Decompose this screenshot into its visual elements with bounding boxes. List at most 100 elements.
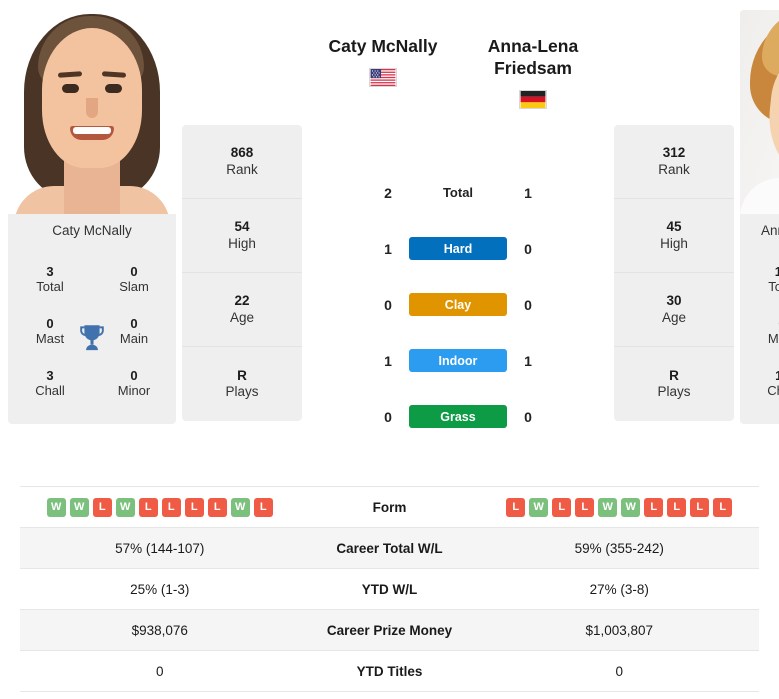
left-titles-mast: 0 Mast	[8, 307, 92, 359]
right-age-value: 30	[666, 293, 682, 309]
form-badge[interactable]: L	[92, 497, 112, 517]
left-titles-total-value: 3	[46, 263, 54, 279]
h2h-row-hard: 1 Hard 0	[358, 221, 558, 277]
left-titles-total: 3 Total	[8, 255, 92, 307]
right-career-prize-money: $1,003,807	[585, 622, 654, 638]
left-rank-label: Rank	[226, 161, 258, 177]
form-badge[interactable]: L	[575, 497, 595, 517]
surface-pill-indoor[interactable]: Indoor	[409, 349, 507, 373]
right-player-photo[interactable]	[740, 10, 779, 214]
surface-pill-clay[interactable]: Clay	[409, 293, 507, 317]
form-badge[interactable]: W	[621, 497, 641, 517]
right-player-name-caption: Anna-Lena Friedsam	[740, 214, 779, 249]
left-player-portrait-graphic	[8, 10, 176, 214]
de-flag-icon	[519, 89, 547, 109]
h2h-grass-left: 0	[384, 408, 392, 425]
right-plays-label: Plays	[657, 384, 691, 399]
left-player-stat-card-column: 868 Rank 54 High 22 Age R Plays	[182, 10, 302, 421]
left-form-strip: WWLWLLLLWL	[46, 497, 273, 517]
right-player-name: Anna-Lena Friedsam	[487, 36, 579, 78]
left-form-cell: WWLWLLLLWL	[20, 497, 300, 517]
right-plays-value: R	[669, 367, 679, 383]
left-titles-chall-label: Chall	[35, 382, 65, 398]
left-rank-value: 868	[230, 145, 254, 161]
us-flag-icon	[369, 67, 397, 87]
h2h-row-grass: 0 Grass 0	[358, 389, 558, 445]
right-titles-mast: 0 Mast	[740, 307, 779, 359]
form-badge[interactable]: W	[46, 497, 66, 517]
form-badge[interactable]: L	[184, 497, 204, 517]
left-titles-total-label: Total	[36, 278, 64, 294]
left-player-name-caption: Caty McNally	[8, 214, 176, 249]
right-titles-chall-value: 11	[775, 367, 779, 383]
right-titles-mast-value: 0	[740, 316, 779, 332]
h2h-hard-left: 1	[384, 240, 392, 257]
left-titles-main-label: Main	[119, 330, 149, 346]
form-badge[interactable]: L	[506, 497, 526, 517]
right-titles-mast-label: Mast	[767, 330, 779, 346]
left-age-value: 22	[234, 293, 250, 309]
form-badge[interactable]: W	[230, 497, 250, 517]
player-comparison-page: Caty McNally 3 Total 0 Slam 0 Mast 0 Mai…	[0, 0, 779, 699]
form-badge[interactable]: L	[690, 497, 710, 517]
form-badge[interactable]: W	[598, 497, 618, 517]
right-player-titles-grid: 14 Total 0 Slam 0 Mast 0 Main 11 Chall	[740, 248, 779, 425]
row-label-ytd-titles: YTD Titles	[356, 663, 423, 679]
right-player-stat-card-column: 312 Rank 45 High 30 Age R Plays	[614, 10, 734, 421]
left-titles-minor-label: Minor	[117, 382, 151, 398]
left-high-cell: 54 High	[182, 199, 302, 273]
form-badge[interactable]: W	[529, 497, 549, 517]
right-titles-chall-label: Chall	[767, 382, 779, 398]
h2h-row-clay: 0 Clay 0	[358, 277, 558, 333]
left-plays-label: Plays	[225, 384, 259, 399]
right-form-strip: LWLLWWLLLL	[506, 497, 733, 517]
right-rank-value: 312	[662, 145, 686, 161]
form-badge[interactable]: W	[115, 497, 135, 517]
form-badge[interactable]: L	[253, 497, 273, 517]
left-titles-main: 0 Main	[92, 307, 176, 359]
left-titles-slam-value: 0	[130, 263, 138, 279]
left-player-photo[interactable]	[8, 10, 176, 214]
left-age-cell: 22 Age	[182, 273, 302, 347]
right-high-cell: 45 High	[614, 199, 734, 273]
left-player-column: Caty McNally 3 Total 0 Slam 0 Mast 0 Mai…	[8, 10, 176, 425]
left-titles-mast-value: 0	[46, 315, 54, 331]
row-label-career-total-wl: Career Total W/L	[336, 540, 443, 556]
form-badge[interactable]: W	[69, 497, 89, 517]
left-rank-cell: 868 Rank	[182, 125, 302, 199]
head-to-head-column: Caty McNally Anna-Lena Friedsam 2 Total …	[308, 10, 608, 445]
h2h-row-total: 2 Total 1	[358, 165, 558, 221]
right-ytd-wl: 27% (3-8)	[589, 581, 649, 597]
h2h-rows: 2 Total 1 1 Hard 0 0 Clay 0 1 Indoor 1 0…	[358, 165, 558, 445]
form-badge[interactable]: L	[552, 497, 572, 517]
right-player-portrait-graphic	[740, 10, 779, 214]
row-label-form: Form	[372, 499, 407, 515]
left-ytd-wl: 25% (1-3)	[130, 581, 190, 597]
h2h-grass-right: 0	[524, 408, 532, 425]
table-row-ytd-wl: 25% (1-3) YTD W/L 27% (3-8)	[20, 569, 759, 610]
right-rank-label: Rank	[658, 161, 690, 177]
left-plays-cell: R Plays	[182, 347, 302, 421]
left-titles-main-value: 0	[130, 315, 138, 331]
compare-section: Caty McNally 3 Total 0 Slam 0 Mast 0 Mai…	[0, 0, 779, 470]
form-badge[interactable]: L	[161, 497, 181, 517]
row-label-ytd-wl: YTD W/L	[361, 581, 418, 597]
form-badge[interactable]: L	[713, 497, 733, 517]
surface-pill-grass[interactable]: Grass	[409, 405, 507, 429]
form-badge[interactable]: L	[207, 497, 227, 517]
form-badge[interactable]: L	[644, 497, 664, 517]
left-stat-card: 868 Rank 54 High 22 Age R Plays	[182, 125, 302, 421]
form-badge[interactable]: L	[667, 497, 687, 517]
right-high-label: High	[660, 235, 688, 251]
left-ytd-titles: 0	[155, 663, 164, 679]
form-badge[interactable]: L	[138, 497, 158, 517]
table-row-career-prize-money: $938,076 Career Prize Money $1,003,807	[20, 610, 759, 651]
player-names-row: Caty McNally Anna-Lena Friedsam	[308, 10, 608, 109]
h2h-hard-right: 0	[524, 240, 532, 257]
right-stat-card: 312 Rank 45 High 30 Age R Plays	[614, 125, 734, 421]
h2h-row-indoor: 1 Indoor 1	[358, 333, 558, 389]
left-player-header: Caty McNally	[308, 10, 458, 87]
left-career-prize-money: $938,076	[131, 622, 188, 638]
h2h-indoor-left: 1	[384, 352, 392, 369]
surface-pill-hard[interactable]: Hard	[409, 237, 507, 261]
